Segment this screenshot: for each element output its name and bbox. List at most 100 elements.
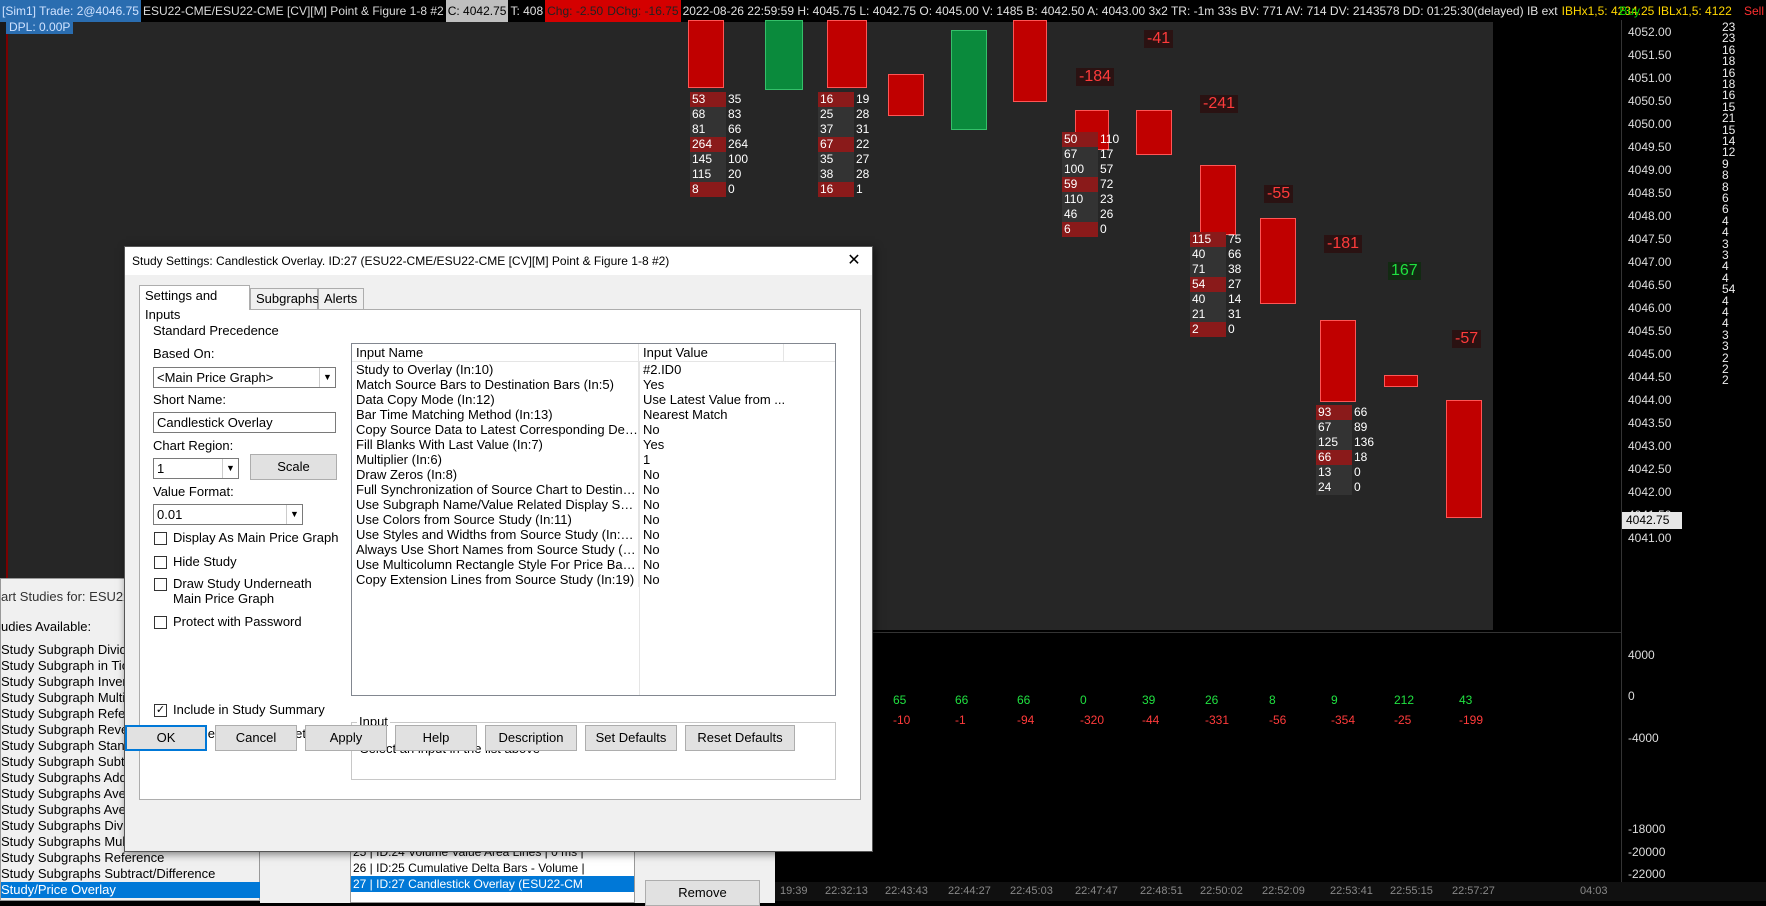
- ok-button[interactable]: OK: [125, 725, 207, 751]
- value-format-select[interactable]: 0.01 ▼: [153, 504, 303, 525]
- inputs-table[interactable]: Input Name Input Value Study to Overlay …: [351, 343, 836, 696]
- last-price-tag: 4042.75: [1622, 512, 1682, 529]
- input-value-cell[interactable]: Use Latest Value from ...: [639, 392, 829, 407]
- input-name-cell[interactable]: Use Multicolumn Rectangle Style For Pric…: [352, 557, 639, 572]
- apply-button[interactable]: Apply: [305, 725, 387, 751]
- checkbox-box[interactable]: [154, 578, 167, 591]
- input-value-cell[interactable]: Yes: [639, 437, 829, 452]
- bar-delta-label: -55: [1264, 185, 1294, 203]
- input-name-cell[interactable]: Study to Overlay (In:10): [352, 362, 639, 377]
- input-row[interactable]: Study to Overlay (In:10) #2.ID0: [352, 362, 835, 377]
- based-on-select[interactable]: <Main Price Graph> ▼: [153, 367, 336, 388]
- price-axis[interactable]: 4052.00 4051.50 4051.00 4050.50 4050.00 4049.…: [1621, 20, 1689, 632]
- sell-column[interactable]: 23 23 16 18 16 18 16 15 21 15 14 12 9 8 8 6 6 4 4 3 3 4 4 54 4 4 4…: [1718, 20, 1766, 880]
- short-name-input[interactable]: [153, 412, 336, 433]
- reset-defaults-button[interactable]: Reset Defaults: [685, 725, 795, 751]
- input-name-cell[interactable]: Bar Time Matching Method (In:13): [352, 407, 639, 422]
- help-button[interactable]: Help: [395, 725, 477, 751]
- study-settings-dialog[interactable]: Study Settings: Candlestick Overlay. ID:…: [124, 246, 873, 852]
- input-value-cell[interactable]: 1: [639, 452, 829, 467]
- input-value-cell[interactable]: No: [639, 497, 829, 512]
- input-name-cell[interactable]: Use Colors from Source Study (In:11): [352, 512, 639, 527]
- input-name-cell[interactable]: Match Source Bars to Destination Bars (I…: [352, 377, 639, 392]
- input-value-cell[interactable]: No: [639, 542, 829, 557]
- input-value-cell[interactable]: No: [639, 422, 829, 437]
- input-row[interactable]: Data Copy Mode (In:12) Use Latest Value f…: [352, 392, 835, 407]
- input-value-cell[interactable]: No: [639, 572, 829, 587]
- bid-volume: 264: [690, 137, 726, 152]
- sell-label[interactable]: Sell: [1742, 0, 1766, 22]
- input-row[interactable]: Bar Time Matching Method (In:13) Nearest …: [352, 407, 835, 422]
- input-value-cell[interactable]: No: [639, 482, 829, 497]
- input-row[interactable]: Multiplier (In:6) 1: [352, 452, 835, 467]
- chevron-down-icon[interactable]: ▼: [319, 368, 335, 387]
- input-value-cell[interactable]: No: [639, 512, 829, 527]
- standard-precedence-label[interactable]: Standard Precedence: [153, 323, 279, 338]
- checkbox-box[interactable]: [154, 532, 167, 545]
- study-list-item[interactable]: Study/Price Overlay: [1, 882, 261, 898]
- delta-axis[interactable]: 4000 0 -4000 -18000 -20000 -22000: [1621, 632, 1689, 882]
- scale-button[interactable]: Scale: [250, 454, 337, 480]
- input-row[interactable]: Copy Source Data to Latest Corresponding…: [352, 422, 835, 437]
- dpl-label: DPL: 0.00P: [6, 20, 74, 34]
- cancel-button[interactable]: Cancel: [215, 725, 297, 751]
- tab-alerts[interactable]: Alerts: [318, 288, 364, 309]
- option-checkbox[interactable]: Hide Study: [154, 554, 237, 569]
- chevron-down-icon[interactable]: ▼: [286, 505, 302, 524]
- buy-column[interactable]: [1690, 20, 1716, 880]
- input-value-cell[interactable]: No: [639, 527, 829, 542]
- input-row[interactable]: Use Multicolumn Rectangle Style For Pric…: [352, 557, 835, 572]
- study-list-item[interactable]: Study Subgraphs Reference: [1, 850, 261, 866]
- study-graph-item[interactable]: 27 | ID:27 Candlestick Overlay (ESU22-CM: [351, 876, 634, 892]
- based-on-label: Based On:: [153, 346, 215, 361]
- price-axis-label: 4047.50: [1628, 232, 1672, 246]
- input-row[interactable]: Use Colors from Source Study (In:11) No: [352, 512, 835, 527]
- checkbox-box[interactable]: [154, 556, 167, 569]
- tab-subgraphs[interactable]: Subgraphs: [250, 288, 319, 309]
- input-row[interactable]: Always Use Short Names from Source Study…: [352, 542, 835, 557]
- input-name-cell[interactable]: Use Subgraph Name/Value Related Display …: [352, 497, 639, 512]
- study-list-item[interactable]: Study Subgraphs Subtract/Difference: [1, 866, 261, 882]
- option-checkbox[interactable]: Protect with Password: [154, 614, 302, 629]
- input-row[interactable]: Use Subgraph Name/Value Related Display …: [352, 497, 835, 512]
- input-value-cell[interactable]: No: [639, 557, 829, 572]
- description-button[interactable]: Description: [485, 725, 577, 751]
- input-value-cell[interactable]: #2.ID0: [639, 362, 829, 377]
- close-label: C: 4042.75: [445, 0, 509, 22]
- buy-label[interactable]: Buy: [1617, 0, 1642, 22]
- remove-button[interactable]: Remove: [645, 880, 760, 906]
- input-row[interactable]: Full Synchronization of Source Chart to …: [352, 482, 835, 497]
- input-name-cell[interactable]: Fill Blanks With Last Value (In:7): [352, 437, 639, 452]
- checkbox-box[interactable]: ✓: [154, 704, 167, 717]
- input-name-cell[interactable]: Copy Source Data to Latest Corresponding…: [352, 422, 639, 437]
- column-header-input-name[interactable]: Input Name: [352, 344, 639, 361]
- input-name-cell[interactable]: Multiplier (In:6): [352, 452, 639, 467]
- input-row[interactable]: Match Source Bars to Destination Bars (I…: [352, 377, 835, 392]
- option-checkbox[interactable]: Draw Study Underneath Main Price Graph: [154, 576, 312, 606]
- input-value-cell[interactable]: No: [639, 467, 829, 482]
- input-name-cell[interactable]: Always Use Short Names from Source Study…: [352, 542, 639, 557]
- chevron-down-icon[interactable]: ▼: [222, 459, 238, 478]
- input-value-cell[interactable]: Nearest Match: [639, 407, 829, 422]
- input-row[interactable]: Copy Extension Lines from Source Study (…: [352, 572, 835, 587]
- option-checkbox[interactable]: ✓ Include in Study Summary: [154, 702, 325, 717]
- study-graph-item[interactable]: 26 | ID:25 Cumulative Delta Bars - Volum…: [351, 860, 634, 876]
- input-value-cell[interactable]: Yes: [639, 377, 829, 392]
- input-name-cell[interactable]: Draw Zeros (In:8): [352, 467, 639, 482]
- option-checkbox[interactable]: Display As Main Price Graph: [154, 530, 338, 545]
- column-header-input-value[interactable]: Input Value: [639, 344, 784, 361]
- price-candle: [1260, 218, 1296, 304]
- input-name-cell[interactable]: Copy Extension Lines from Source Study (…: [352, 572, 639, 587]
- input-row[interactable]: Draw Zeros (In:8) No: [352, 467, 835, 482]
- studies-to-graph-list[interactable]: 25 | ID:24 Volume Value Area Lines | 0 m…: [350, 843, 635, 903]
- set-defaults-button[interactable]: Set Defaults: [585, 725, 677, 751]
- tab-settings-and-inputs[interactable]: Settings and Inputs: [139, 285, 250, 322]
- input-name-cell[interactable]: Use Styles and Widths from Source Study …: [352, 527, 639, 542]
- input-row[interactable]: Fill Blanks With Last Value (In:7) Yes: [352, 437, 835, 452]
- checkbox-box[interactable]: [154, 616, 167, 629]
- input-name-cell[interactable]: Full Synchronization of Source Chart to …: [352, 482, 639, 497]
- chart-region-select[interactable]: 1 ▼: [153, 458, 239, 479]
- input-row[interactable]: Use Styles and Widths from Source Study …: [352, 527, 835, 542]
- input-name-cell[interactable]: Data Copy Mode (In:12): [352, 392, 639, 407]
- close-icon[interactable]: ✕: [842, 247, 866, 275]
